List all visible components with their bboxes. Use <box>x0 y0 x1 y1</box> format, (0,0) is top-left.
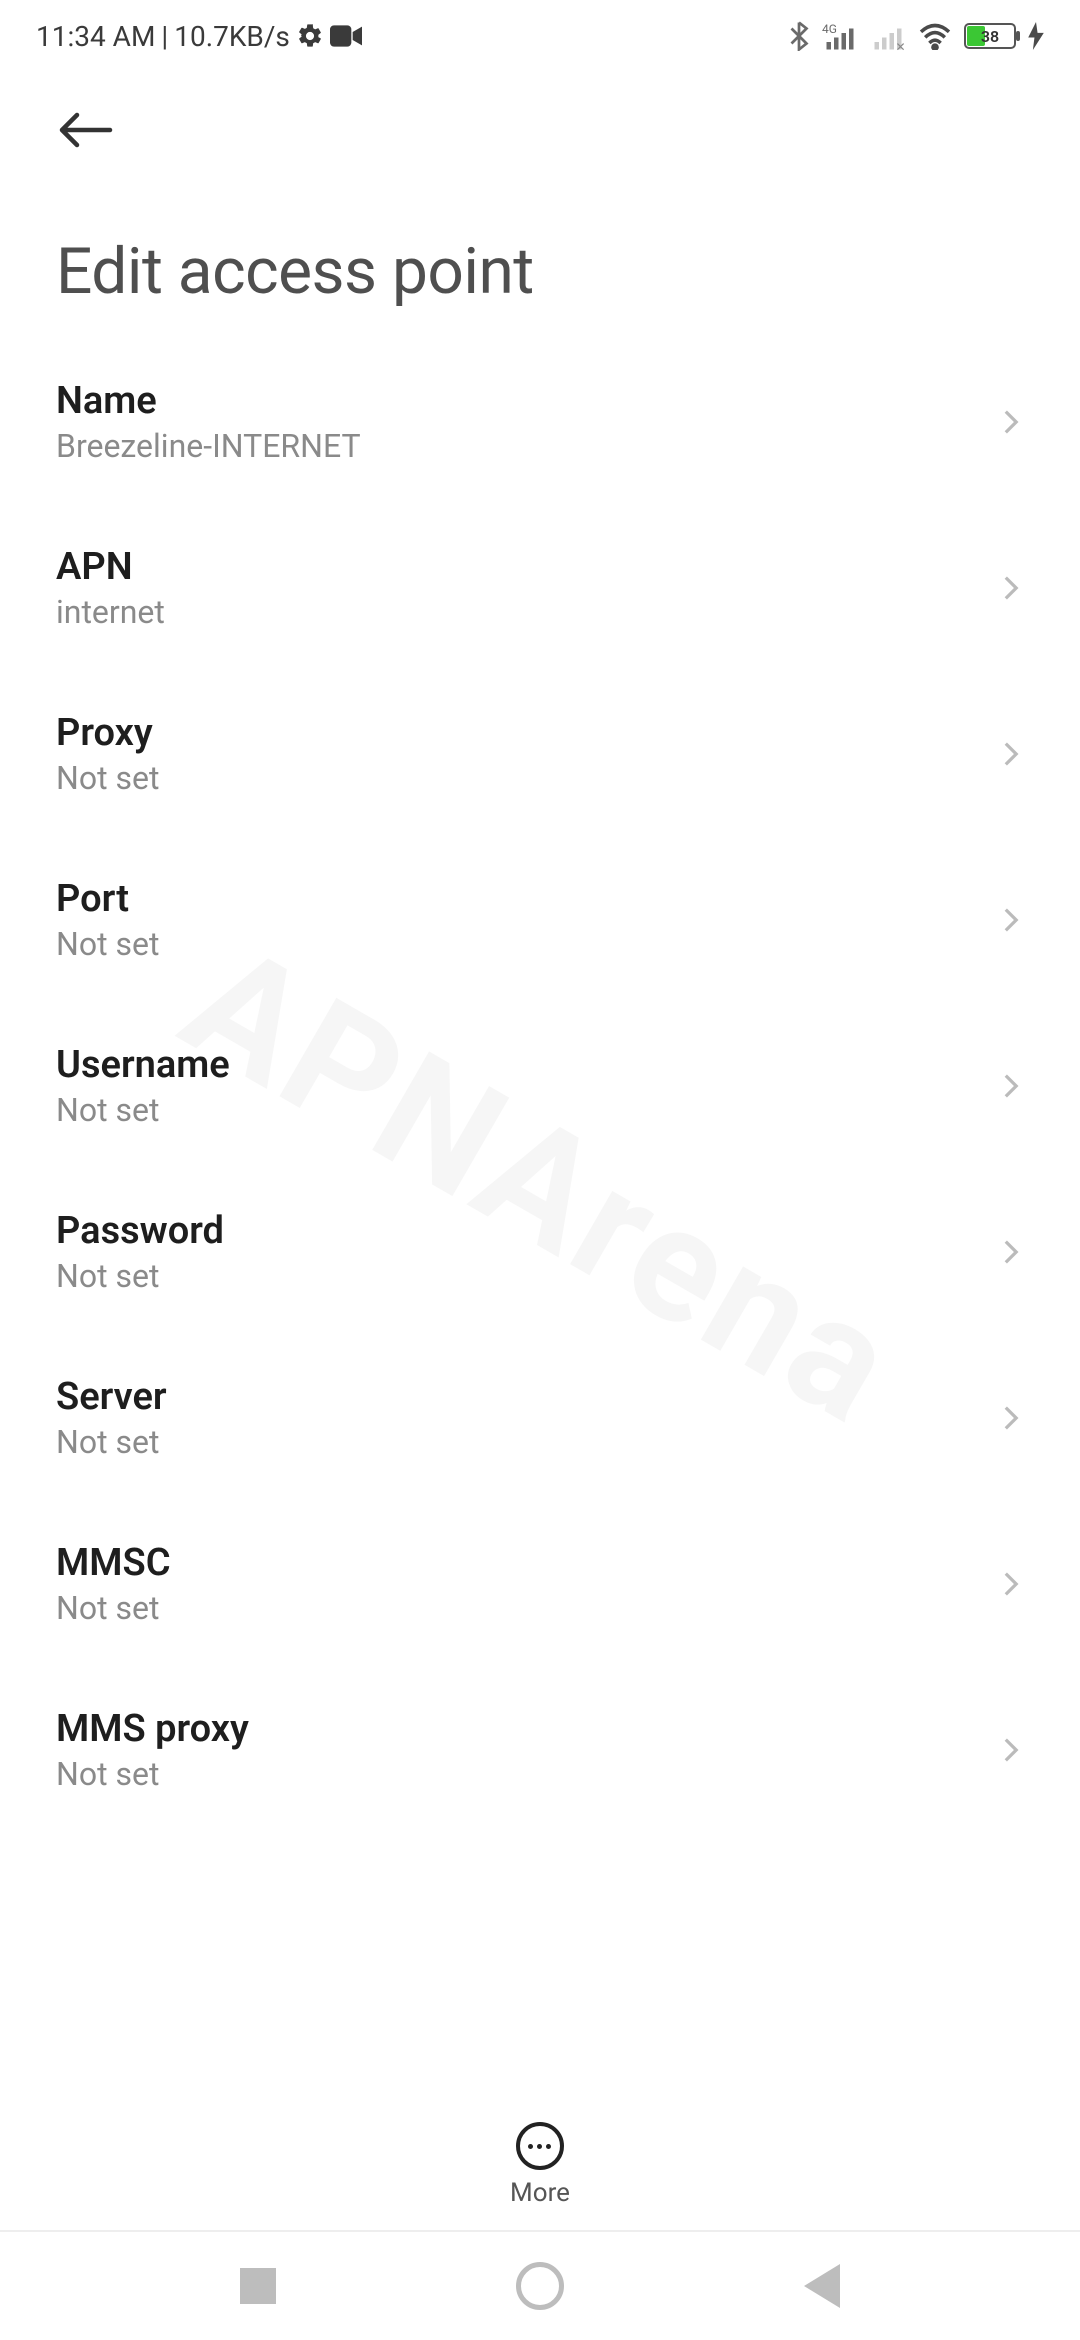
more-button[interactable]: More <box>510 2122 570 2208</box>
setting-label: Username <box>56 1043 230 1087</box>
nav-home-button[interactable] <box>516 2262 564 2310</box>
setting-mms-proxy[interactable]: MMS proxy Not set <box>56 1667 1024 1833</box>
gear-icon <box>296 22 324 50</box>
setting-value: internet <box>56 593 165 631</box>
setting-label: Proxy <box>56 711 159 755</box>
chevron-right-icon <box>998 1073 1024 1099</box>
svg-text:✕: ✕ <box>896 40 906 51</box>
bluetooth-icon <box>788 21 810 51</box>
chevron-right-icon <box>998 575 1024 601</box>
setting-port[interactable]: Port Not set <box>56 837 1024 1003</box>
setting-value: Not set <box>56 1091 230 1129</box>
setting-label: MMSC <box>56 1541 171 1585</box>
arrow-left-icon <box>56 110 116 150</box>
battery-text: 38 <box>966 25 1014 47</box>
setting-password[interactable]: Password Not set <box>56 1169 1024 1335</box>
setting-value: Not set <box>56 759 159 797</box>
setting-label: Password <box>56 1209 224 1253</box>
setting-username[interactable]: Username Not set <box>56 1003 1024 1169</box>
chevron-right-icon <box>998 1405 1024 1431</box>
chevron-right-icon <box>998 1571 1024 1597</box>
setting-value: Not set <box>56 1257 224 1295</box>
chevron-right-icon <box>998 1737 1024 1763</box>
more-label: More <box>510 2178 570 2208</box>
settings-list: Name Breezeline-INTERNET APN internet Pr… <box>0 339 1080 2091</box>
nav-back-button[interactable] <box>804 2264 840 2308</box>
setting-name[interactable]: Name Breezeline-INTERNET <box>56 339 1024 505</box>
chevron-right-icon <box>998 741 1024 767</box>
video-icon <box>330 25 362 47</box>
setting-value: Not set <box>56 925 159 963</box>
status-right: 4G ✕ 38 <box>788 21 1044 51</box>
setting-server[interactable]: Server Not set <box>56 1335 1024 1501</box>
chevron-right-icon <box>998 907 1024 933</box>
setting-apn[interactable]: APN internet <box>56 505 1024 671</box>
wifi-icon <box>918 22 952 50</box>
more-icon <box>516 2122 564 2170</box>
signal-4g-icon: 4G <box>822 21 858 51</box>
svg-text:4G: 4G <box>822 22 837 36</box>
navigation-bar <box>0 2230 1080 2340</box>
setting-label: APN <box>56 545 165 589</box>
status-separator: | <box>161 20 168 53</box>
status-left: 11:34 AM | 10.7KB/s <box>36 20 362 53</box>
setting-mmsc[interactable]: MMSC Not set <box>56 1501 1024 1667</box>
signal-no-sim-icon: ✕ <box>870 21 906 51</box>
setting-label: Port <box>56 877 159 921</box>
back-button[interactable] <box>56 100 116 160</box>
setting-label: Name <box>56 379 361 423</box>
charging-icon <box>1028 22 1044 50</box>
status-speed: 10.7KB/s <box>174 20 290 53</box>
setting-label: MMS proxy <box>56 1707 249 1751</box>
page-title: Edit access point <box>0 180 1080 339</box>
chevron-right-icon <box>998 1239 1024 1265</box>
status-time: 11:34 AM <box>36 20 155 53</box>
status-bar: 11:34 AM | 10.7KB/s 4G ✕ 38 <box>0 0 1080 72</box>
header <box>0 72 1080 180</box>
nav-recents-button[interactable] <box>240 2268 276 2304</box>
setting-label: Server <box>56 1375 167 1419</box>
chevron-right-icon <box>998 409 1024 435</box>
bottom-bar: More <box>0 2100 1080 2230</box>
battery-icon: 38 <box>964 23 1016 49</box>
setting-value: Not set <box>56 1755 249 1793</box>
setting-value: Not set <box>56 1589 171 1627</box>
setting-value: Breezeline-INTERNET <box>56 427 361 465</box>
setting-proxy[interactable]: Proxy Not set <box>56 671 1024 837</box>
setting-value: Not set <box>56 1423 167 1461</box>
